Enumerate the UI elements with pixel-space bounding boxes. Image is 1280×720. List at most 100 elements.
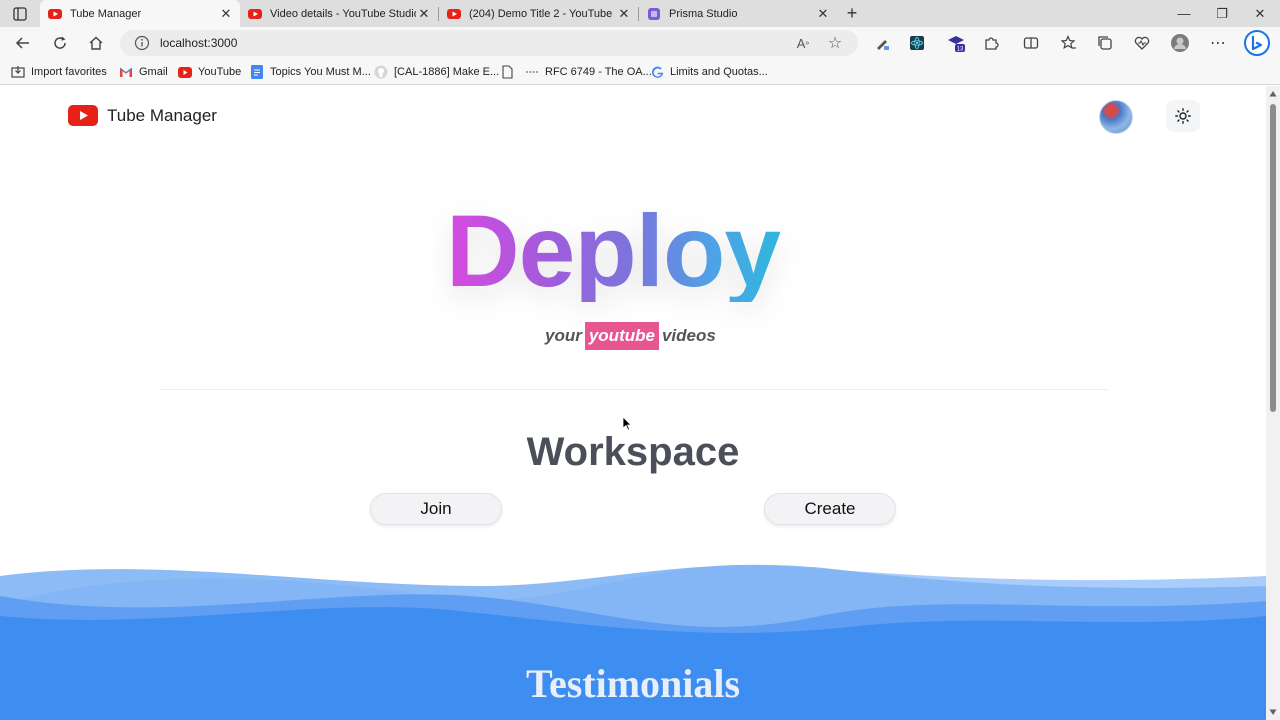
bookmark-label: [CAL-1886] Make E... xyxy=(394,66,500,78)
react-icon xyxy=(910,36,924,50)
minimize-button[interactable]: — xyxy=(1165,0,1203,27)
tab-tube-manager[interactable]: Tube Manager ✕ xyxy=(40,0,240,27)
tab-actions-button[interactable] xyxy=(8,4,32,24)
scroll-down-arrow-icon[interactable] xyxy=(1269,708,1277,716)
docs-icon xyxy=(250,65,264,79)
split-screen-button[interactable] xyxy=(1019,31,1043,55)
collections-icon xyxy=(1098,36,1112,50)
hero-subtitle-before: your xyxy=(545,326,582,345)
tab-close-button[interactable]: ✕ xyxy=(815,6,831,22)
tab-title: (204) Demo Title 2 - YouTube xyxy=(469,7,613,20)
tab-title: Prisma Studio xyxy=(669,7,738,20)
favorite-star-icon[interactable]: ☆ xyxy=(826,34,844,52)
hero-subtitle-highlight: youtube xyxy=(584,322,659,350)
bookmark-rfc-6749[interactable]: RFC 6749 - The OA... xyxy=(525,64,652,80)
bookmark-topics[interactable]: Topics You Must M... xyxy=(250,64,371,80)
youtube-icon xyxy=(178,65,192,79)
bing-copilot-button[interactable] xyxy=(1243,29,1271,57)
browser-essentials-button[interactable] xyxy=(1130,31,1154,55)
bookmark-youtube[interactable]: YouTube xyxy=(178,64,241,80)
bookmark-label: Limits and Quotas... xyxy=(670,66,768,78)
page-viewport: Tube Manager Deploy your youtube videos … xyxy=(0,86,1266,720)
import-icon xyxy=(11,65,25,79)
join-button[interactable]: Join xyxy=(370,493,502,525)
split-screen-icon xyxy=(1023,37,1039,49)
bookmark-import-favorites[interactable]: Import favorites xyxy=(11,64,107,80)
tab-demo-title[interactable]: (204) Demo Title 2 - YouTube ✕ xyxy=(439,0,638,27)
bing-icon xyxy=(1244,30,1270,56)
brand-name: Tube Manager xyxy=(107,105,217,125)
gmail-icon xyxy=(119,65,133,79)
more-dots-icon: ⋯ xyxy=(1210,35,1226,52)
pen-extension-button[interactable] xyxy=(870,31,894,55)
back-arrow-icon xyxy=(15,37,29,49)
bookmark-gmail[interactable]: Gmail xyxy=(119,64,168,80)
youtube-icon xyxy=(48,8,62,19)
profile-avatar-icon xyxy=(1171,34,1189,52)
info-icon[interactable] xyxy=(134,35,150,51)
page-icon xyxy=(500,65,514,79)
graduation-cap-icon: 13 xyxy=(948,36,965,53)
back-button[interactable] xyxy=(11,31,35,55)
puzzle-icon xyxy=(985,37,999,50)
react-devtools-button[interactable] xyxy=(905,31,929,55)
profile-button[interactable] xyxy=(1168,31,1192,55)
home-button[interactable] xyxy=(84,31,108,55)
url-text[interactable]: localhost:3000 xyxy=(160,36,237,50)
extension-badge-button[interactable]: 13 xyxy=(944,31,968,55)
theme-toggle-button[interactable] xyxy=(1166,100,1200,132)
page-scrollbar[interactable] xyxy=(1266,86,1280,720)
tab-strip: Tube Manager ✕ Video details - YouTube S… xyxy=(0,0,1280,27)
github-icon xyxy=(374,65,388,79)
bookmark-page[interactable] xyxy=(500,64,520,80)
workspace-title: Workspace xyxy=(526,430,740,474)
tab-title: Tube Manager xyxy=(70,7,142,20)
tab-close-button[interactable]: ✕ xyxy=(218,6,234,22)
hero-subtitle-after: videos xyxy=(661,326,716,345)
tab-title: Video details - YouTube Studio xyxy=(270,7,416,20)
svg-text:13: 13 xyxy=(957,47,964,53)
address-bar[interactable]: localhost:3000 A» ☆ xyxy=(120,30,858,56)
reload-button[interactable] xyxy=(48,31,72,55)
bookmark-cal-1886[interactable]: [CAL-1886] Make E... xyxy=(374,64,499,80)
heart-pulse-icon xyxy=(1134,36,1150,50)
mouse-cursor-icon xyxy=(622,416,632,431)
tab-video-details[interactable]: Video details - YouTube Studio ✕ xyxy=(240,0,438,27)
browser-toolbar: localhost:3000 A» ☆ 13 ⋯ xyxy=(0,27,1280,59)
testimonials-heading: Testimonials xyxy=(525,661,741,706)
scroll-up-arrow-icon[interactable] xyxy=(1269,90,1277,98)
bookmark-limits-quotas[interactable]: Limits and Quotas... xyxy=(650,64,768,80)
more-menu-button[interactable]: ⋯ xyxy=(1206,31,1230,55)
bookmark-label: Topics You Must M... xyxy=(270,66,371,78)
bookmark-label: Gmail xyxy=(139,66,168,78)
google-icon xyxy=(650,65,664,79)
home-icon xyxy=(89,36,103,50)
reload-icon xyxy=(54,36,66,49)
bookmark-label: YouTube xyxy=(198,66,242,78)
extensions-button[interactable] xyxy=(979,31,1003,55)
pen-icon xyxy=(877,40,889,50)
tab-actions-icon xyxy=(13,7,27,21)
collections-button[interactable] xyxy=(1093,31,1117,55)
brand[interactable]: Tube Manager xyxy=(68,105,217,126)
user-avatar[interactable] xyxy=(1099,100,1133,134)
hero-subtitle: your youtube videos xyxy=(545,322,716,350)
scrollbar-thumb[interactable] xyxy=(1270,104,1276,412)
favorites-star-icon xyxy=(1061,35,1076,50)
bookmark-label: Import favorites xyxy=(31,66,107,78)
tab-close-button[interactable]: ✕ xyxy=(416,6,432,22)
youtube-icon xyxy=(447,8,461,19)
restore-button[interactable]: ❐ xyxy=(1203,0,1241,27)
window-close-button[interactable]: ✕ xyxy=(1241,0,1279,27)
create-button[interactable]: Create xyxy=(764,493,896,525)
read-aloud-icon[interactable]: A» xyxy=(794,34,812,52)
tab-close-button[interactable]: ✕ xyxy=(616,6,632,22)
bookmark-label: RFC 6749 - The OA... xyxy=(545,66,652,78)
youtube-logo-icon xyxy=(68,105,98,126)
favorites-button[interactable] xyxy=(1057,31,1081,55)
tab-prisma-studio[interactable]: Prisma Studio ✕ xyxy=(639,0,837,27)
hero-title: Deploy xyxy=(446,194,781,308)
youtube-icon xyxy=(248,8,262,19)
dotted-icon xyxy=(525,65,539,79)
new-tab-button[interactable]: + xyxy=(842,3,862,23)
